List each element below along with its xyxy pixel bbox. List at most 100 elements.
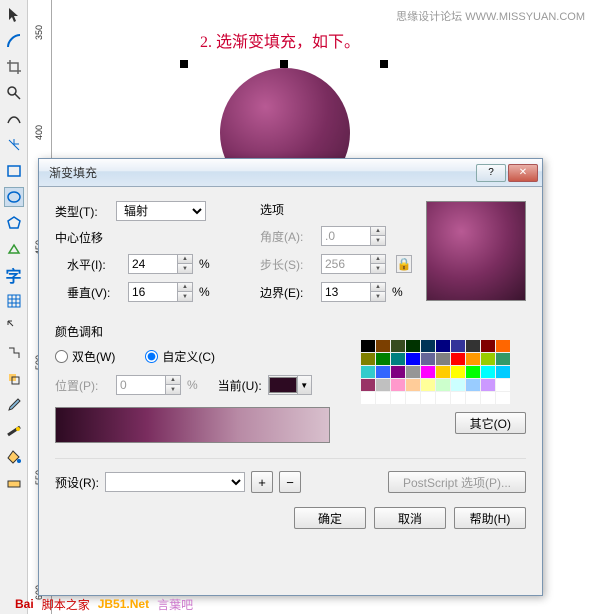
palette-swatch[interactable] — [481, 340, 495, 352]
palette-swatch[interactable] — [451, 353, 465, 365]
close-button[interactable]: ✕ — [508, 164, 538, 182]
palette-swatch[interactable] — [391, 353, 405, 365]
help-button[interactable]: 帮助(H) — [454, 507, 526, 529]
current-color-swatch[interactable]: ▼ — [268, 375, 312, 395]
palette-swatch[interactable] — [391, 340, 405, 352]
connector-tool[interactable] — [4, 343, 24, 363]
other-colors-button[interactable]: 其它(O) — [455, 412, 526, 434]
palette-swatch[interactable] — [376, 392, 390, 404]
palette-swatch[interactable] — [406, 366, 420, 378]
spin-down[interactable]: ▼ — [178, 292, 192, 301]
spin-down[interactable]: ▼ — [371, 292, 385, 301]
outline-tool[interactable] — [4, 421, 24, 441]
palette-swatch[interactable] — [391, 379, 405, 391]
type-select[interactable]: 辐射 — [116, 201, 206, 221]
palette-swatch[interactable] — [361, 340, 375, 352]
palette-swatch[interactable] — [496, 353, 510, 365]
fill-tool[interactable] — [4, 447, 24, 467]
palette-swatch[interactable] — [361, 392, 375, 404]
basic-shapes-tool[interactable] — [4, 239, 24, 259]
palette-swatch[interactable] — [436, 366, 450, 378]
step-input — [321, 254, 371, 274]
lock-icon[interactable]: 🔒 — [396, 255, 412, 273]
eyedropper-tool[interactable] — [4, 395, 24, 415]
two-color-radio[interactable]: 双色(W) — [55, 348, 115, 365]
palette-swatch[interactable] — [496, 392, 510, 404]
spin-up[interactable]: ▲ — [178, 283, 192, 292]
palette-swatch[interactable] — [496, 340, 510, 352]
palette-swatch[interactable] — [406, 340, 420, 352]
palette-swatch[interactable] — [436, 379, 450, 391]
palette-swatch[interactable] — [466, 340, 480, 352]
dialog-titlebar[interactable]: 渐变填充 ? ✕ — [39, 159, 542, 187]
palette-swatch[interactable] — [406, 392, 420, 404]
help-title-button[interactable]: ? — [476, 164, 506, 182]
gradient-bar[interactable] — [55, 407, 330, 443]
palette-swatch[interactable] — [496, 366, 510, 378]
palette-swatch[interactable] — [481, 379, 495, 391]
interactive-fill-tool[interactable] — [4, 473, 24, 493]
palette-swatch[interactable] — [361, 366, 375, 378]
custom-radio[interactable]: 自定义(C) — [145, 348, 215, 365]
smart-tool[interactable] — [4, 135, 24, 155]
palette-swatch[interactable] — [376, 340, 390, 352]
palette-swatch[interactable] — [391, 392, 405, 404]
preset-add-button[interactable]: + — [251, 471, 273, 493]
palette-swatch[interactable] — [466, 353, 480, 365]
selection-handle[interactable] — [180, 60, 188, 68]
cancel-button[interactable]: 取消 — [374, 507, 446, 529]
text-tool[interactable]: 字 — [4, 265, 24, 285]
rectangle-tool[interactable] — [4, 161, 24, 181]
palette-swatch[interactable] — [406, 379, 420, 391]
zoom-tool[interactable] — [4, 83, 24, 103]
color-palette[interactable] — [361, 340, 516, 404]
palette-swatch[interactable] — [481, 392, 495, 404]
palette-swatch[interactable] — [391, 366, 405, 378]
palette-swatch[interactable] — [496, 379, 510, 391]
selection-handle[interactable] — [280, 60, 288, 68]
preset-select[interactable] — [105, 472, 245, 492]
palette-swatch[interactable] — [421, 366, 435, 378]
palette-swatch[interactable] — [436, 340, 450, 352]
palette-swatch[interactable] — [481, 353, 495, 365]
palette-swatch[interactable] — [406, 353, 420, 365]
palette-swatch[interactable] — [376, 353, 390, 365]
spin-up[interactable]: ▲ — [178, 255, 192, 264]
angle-input — [321, 226, 371, 246]
palette-swatch[interactable] — [451, 340, 465, 352]
palette-swatch[interactable] — [451, 379, 465, 391]
table-tool[interactable] — [4, 291, 24, 311]
pick-tool[interactable] — [4, 5, 24, 25]
spin-down[interactable]: ▼ — [178, 264, 192, 273]
palette-swatch[interactable] — [421, 353, 435, 365]
palette-swatch[interactable] — [376, 379, 390, 391]
crop-tool[interactable] — [4, 57, 24, 77]
effects-tool[interactable] — [4, 369, 24, 389]
ok-button[interactable]: 确定 — [294, 507, 366, 529]
spin-up[interactable]: ▲ — [371, 283, 385, 292]
palette-swatch[interactable] — [436, 392, 450, 404]
dimension-tool[interactable] — [4, 317, 24, 337]
palette-swatch[interactable] — [466, 379, 480, 391]
palette-swatch[interactable] — [361, 353, 375, 365]
palette-swatch[interactable] — [361, 379, 375, 391]
shape-tool[interactable] — [4, 31, 24, 51]
selection-handle[interactable] — [380, 60, 388, 68]
palette-swatch[interactable] — [376, 366, 390, 378]
palette-swatch[interactable] — [481, 366, 495, 378]
palette-swatch[interactable] — [451, 366, 465, 378]
palette-swatch[interactable] — [421, 392, 435, 404]
freehand-tool[interactable] — [4, 109, 24, 129]
polygon-tool[interactable] — [4, 213, 24, 233]
preset-remove-button[interactable]: − — [279, 471, 301, 493]
edge-input[interactable] — [321, 282, 371, 302]
palette-swatch[interactable] — [436, 353, 450, 365]
palette-swatch[interactable] — [466, 366, 480, 378]
palette-swatch[interactable] — [421, 379, 435, 391]
palette-swatch[interactable] — [421, 340, 435, 352]
vert-input[interactable] — [128, 282, 178, 302]
ellipse-tool[interactable] — [4, 187, 24, 207]
horiz-input[interactable] — [128, 254, 178, 274]
palette-swatch[interactable] — [466, 392, 480, 404]
palette-swatch[interactable] — [451, 392, 465, 404]
